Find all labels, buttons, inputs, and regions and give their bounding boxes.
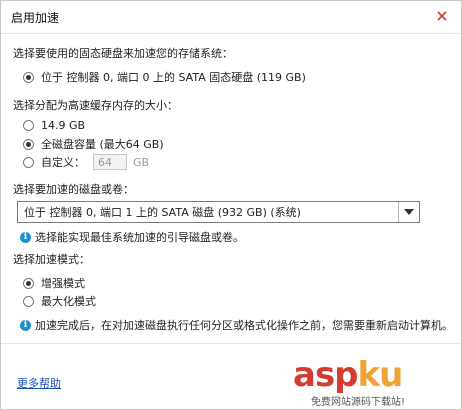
cache-option-full-disk-label: 全磁盘容量 (最大64 GB) [41,138,164,151]
mode-option-enhanced-label: 增强模式 [41,277,85,290]
watermark-tagline: 免费网站源码下载站! [311,397,406,408]
cache-option-full-disk[interactable]: 全磁盘容量 (最大64 GB) [23,136,164,152]
mode-option-maximized-label: 最大化模式 [41,295,96,308]
title-bar: 启用加速 [1,1,461,34]
mode-radio-enhanced[interactable] [23,277,34,289]
restart-note: i 加速完成后，在对加速磁盘执行任何分区或格式化操作之前，您需要重新启动计算机。 [20,317,453,333]
dialog-title: 启用加速 [11,11,60,25]
ssd-select-label: 选择要使用的固态硬盘来加速您的存储系统： [13,47,233,60]
disk-dropdown[interactable]: 位于 控制器 0, 端口 1 上的 SATA 磁盘 (932 GB) (系统) [17,201,420,223]
disk-hint-text: 选择能实现最佳系统加速的引导磁盘或卷。 [35,231,244,244]
ssd-option-label: 位于 控制器 0, 端口 0 上的 SATA 固态硬盘 (119 GB) [41,71,306,84]
ssd-radio[interactable] [23,71,34,83]
mode-select-label: 选择加速模式： [13,253,90,266]
cache-radio-custom[interactable] [23,156,34,168]
mode-radio-maximized[interactable] [23,295,34,307]
cache-radio-14gb[interactable] [23,119,34,131]
restart-note-text: 加速完成后，在对加速磁盘执行任何分区或格式化操作之前，您需要重新启动计算机。 [35,319,453,332]
close-icon [437,11,447,21]
more-help-link[interactable]: 更多帮助 [17,375,61,391]
chevron-down-icon [404,209,414,215]
cache-option-custom-label: 自定义： [41,156,85,169]
watermark-brand-a: asp [293,355,359,395]
cache-size-label: 选择分配为高速缓存内存的大小： [13,99,178,112]
custom-size-unit: GB [133,155,150,169]
cache-radio-full-disk[interactable] [23,138,34,150]
custom-size-input[interactable] [93,154,127,170]
mode-option-enhanced[interactable]: 增强模式 [23,275,85,291]
info-icon: i [20,231,31,243]
dropdown-arrow-button[interactable] [398,202,419,222]
cache-option-14gb[interactable]: 14.9 GB [23,117,85,133]
close-button[interactable] [433,7,451,25]
enable-acceleration-dialog: 启用加速 选择要使用的固态硬盘来加速您的存储系统： 位于 控制器 0, 端口 0… [0,0,462,410]
info-icon: i [20,319,31,331]
disk-hint: i 选择能实现最佳系统加速的引导磁盘或卷。 [20,229,244,245]
watermark-brand-b: ku [357,355,404,395]
ssd-option[interactable]: 位于 控制器 0, 端口 0 上的 SATA 固态硬盘 (119 GB) [23,69,306,85]
mode-option-maximized[interactable]: 最大化模式 [23,293,96,309]
footer-divider [1,343,461,344]
watermark-logo: aspku 免费网站源码下载站! [293,357,459,409]
disk-dropdown-value: 位于 控制器 0, 端口 1 上的 SATA 磁盘 (932 GB) (系统) [24,206,301,219]
disk-select-label: 选择要加速的磁盘或卷： [13,183,134,196]
watermark-brand: aspku [293,355,404,395]
cache-option-14gb-label: 14.9 GB [41,118,86,132]
cache-option-custom[interactable]: 自定义： GB [23,154,149,170]
